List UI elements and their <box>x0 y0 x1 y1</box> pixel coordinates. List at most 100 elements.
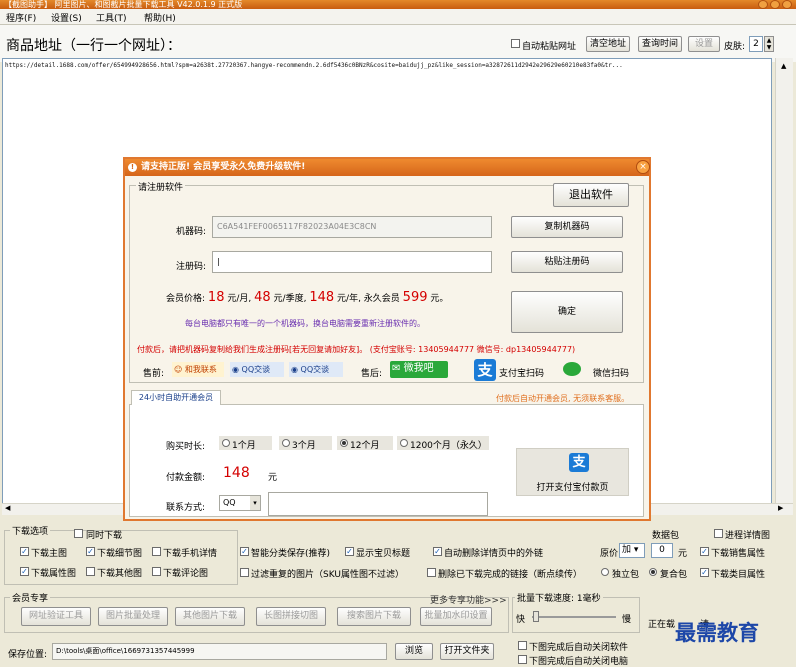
duration-3-label: 3个月 <box>292 441 316 451</box>
weiwo-contact-button[interactable]: ✉ 微我吧 <box>390 361 448 378</box>
auto-paste-checkbox[interactable] <box>511 39 520 48</box>
clear-address-button[interactable]: 清空地址 <box>586 36 630 52</box>
long-image-button[interactable]: 长图拼接切图 <box>256 607 326 626</box>
category-attr-checkbox[interactable]: ✓ <box>700 568 709 577</box>
batch-image-button[interactable]: 图片批量处理 <box>98 607 168 626</box>
speed-slider-track[interactable] <box>532 616 616 618</box>
scroll-up-icon[interactable]: ▲ <box>781 62 786 70</box>
warning-icon: ! <box>128 163 137 172</box>
delete-done-checkbox[interactable] <box>427 568 436 577</box>
detail-image-checkbox[interactable]: ✓ <box>86 547 95 556</box>
more-features-link[interactable]: 更多专享功能>>> <box>430 593 507 606</box>
filter-duplicate-label: 过滤重复的图片（SKU属性图不过滤） <box>251 570 404 580</box>
confirm-button[interactable]: 确定 <box>511 291 623 333</box>
data-pack-label: 数据包 <box>652 531 680 541</box>
review-image-checkbox[interactable] <box>152 567 161 576</box>
price-month-unit: 元/月, <box>227 294 252 304</box>
other-image-checkbox[interactable] <box>86 567 95 576</box>
mobile-detail-checkbox[interactable] <box>152 547 161 556</box>
menu-program[interactable]: 程序(F) <box>6 11 36 24</box>
close-window-button[interactable] <box>782 0 792 9</box>
auto-open-note: 付款后自动开通会员, 无须联系客服。 <box>496 394 630 403</box>
standalone-pkg-radio[interactable] <box>601 568 609 576</box>
member-group-title: 会员专享 <box>10 591 51 604</box>
attr-image-checkbox[interactable]: ✓ <box>20 567 29 576</box>
window-title-bar: 【截图助手】 阿里图片、和图截片批量下载工具 V42.0.1.9 正式版 <box>0 0 796 9</box>
smart-save-checkbox[interactable]: ✓ <box>240 547 249 556</box>
price-year-unit: 元/年, 永久会员 <box>337 294 400 304</box>
vertical-scrollbar[interactable]: ▲ <box>775 58 793 504</box>
settings-button[interactable]: 设置 <box>688 36 720 52</box>
payment-note: 付款后，请把机器码复制给我们生成注册码[若无回复请加好友]。 (支付宝账号: 1… <box>137 345 576 354</box>
duration-1-radio[interactable] <box>222 439 230 447</box>
url-verify-tool-button[interactable]: 网址验证工具 <box>21 607 91 626</box>
duration-12-radio[interactable] <box>340 439 348 447</box>
qq-contact-2-button[interactable]: ◉ QQ交谈 <box>289 362 343 377</box>
machine-code-label: 机器码: <box>176 227 207 237</box>
paste-reg-code-button[interactable]: 粘贴注册码 <box>511 251 623 273</box>
search-image-download-button[interactable]: 搜索图片下载 <box>337 607 411 626</box>
other-image-download-button[interactable]: 其他图片下载 <box>175 607 245 626</box>
watermark-settings-button[interactable]: 批量加水印设置 <box>420 607 492 626</box>
sales-attr-checkbox[interactable]: ✓ <box>700 547 709 556</box>
menu-tools[interactable]: 工具(T) <box>96 11 127 24</box>
maximize-button[interactable] <box>770 0 780 9</box>
contact-type-select[interactable]: QQ ▾ <box>219 495 261 511</box>
scroll-right-icon[interactable]: ▶ <box>778 504 783 512</box>
duration-1200-label: 1200个月（永久） <box>410 441 487 451</box>
auto-shutdown-checkbox[interactable] <box>518 655 527 664</box>
scroll-left-icon[interactable]: ◀ <box>5 504 10 512</box>
url-line: https://detail.1688.com/offer/6549949286… <box>5 62 623 69</box>
alipay-scan-label[interactable]: 支付宝扫码 <box>499 366 544 379</box>
review-image-label: 下载评论图 <box>163 569 209 579</box>
timely-download-checkbox[interactable] <box>74 529 83 538</box>
qq-contact-1-button[interactable]: ◉ QQ交谈 <box>230 362 284 377</box>
alipay-icon: 支 <box>569 453 589 472</box>
auto-close-software-checkbox[interactable] <box>518 641 527 650</box>
open-alipay-button[interactable]: 支 打开支付宝付款页 <box>516 448 629 496</box>
price-forever: 599 <box>402 290 428 305</box>
window-title: 【截图助手】 阿里图片、和图截片批量下载工具 V42.0.1.9 正式版 <box>4 0 243 9</box>
delete-done-label: 删除已下载完成的链接（断点续传） <box>438 570 583 580</box>
menu-settings[interactable]: 设置(S) <box>51 11 82 24</box>
aliwang-icon: ☺ <box>174 365 183 374</box>
duration-1-label: 1个月 <box>232 441 256 451</box>
other-image-label: 下载其他图 <box>97 569 143 579</box>
price-value-input[interactable]: 0 <box>651 543 673 558</box>
save-path-input[interactable]: D:\tools\桌面\office\1669731357445999 <box>52 643 387 660</box>
duration-3-radio[interactable] <box>282 439 290 447</box>
presale-label: 售前: <box>143 369 165 379</box>
dialog-close-button[interactable]: × <box>636 160 650 174</box>
main-image-checkbox[interactable]: ✓ <box>20 547 29 556</box>
machine-code-field[interactable]: C6A541FEF0065117F82023A04E3C8CN <box>212 216 492 238</box>
minimize-button[interactable] <box>758 0 768 9</box>
contact-input[interactable] <box>268 492 488 516</box>
copy-machine-code-button[interactable]: 复制机器码 <box>511 216 623 238</box>
query-time-button[interactable]: 查询时间 <box>638 36 682 52</box>
smart-save-label: 智能分类保存(推荐) <box>251 549 331 559</box>
combined-pkg-radio[interactable] <box>649 568 657 576</box>
reg-code-input[interactable]: | <box>212 251 492 273</box>
aliwang-contact-button[interactable]: ☺ 和我联系 <box>172 362 224 377</box>
exit-software-button[interactable]: 退出软件 <box>553 183 629 207</box>
skin-spinner-arrows-icon[interactable]: ▲ ▼ <box>764 36 774 52</box>
browse-button[interactable]: 浏览 <box>395 643 433 660</box>
menu-help[interactable]: 帮助(H) <box>144 11 176 24</box>
auto-remove-links-label: 自动删除详情页中的外链 <box>444 549 544 559</box>
auto-remove-links-checkbox[interactable]: ✓ <box>433 547 442 556</box>
duration-1200-radio[interactable] <box>400 439 408 447</box>
timely-download-label: 同时下载 <box>86 531 123 541</box>
price-unit: 元 <box>678 549 688 559</box>
tab-self-service[interactable]: 24小时自助开通会员 <box>131 390 221 405</box>
process-detail-checkbox[interactable] <box>714 529 723 538</box>
skin-spinner[interactable]: 2 <box>749 36 763 52</box>
open-folder-button[interactable]: 打开文件夹 <box>440 643 494 660</box>
show-title-checkbox[interactable]: ✓ <box>345 547 354 556</box>
price-operator-select[interactable]: 加 ▾ <box>619 543 645 558</box>
category-attr-label: 下载类目属性 <box>711 570 766 580</box>
speed-slider-thumb[interactable] <box>533 611 539 622</box>
filter-duplicate-checkbox[interactable] <box>240 568 249 577</box>
wechat-scan-label[interactable]: 微信扫码 <box>593 366 629 379</box>
download-options-title: 下载选项 <box>10 524 51 537</box>
price-month: 18 <box>207 290 225 305</box>
